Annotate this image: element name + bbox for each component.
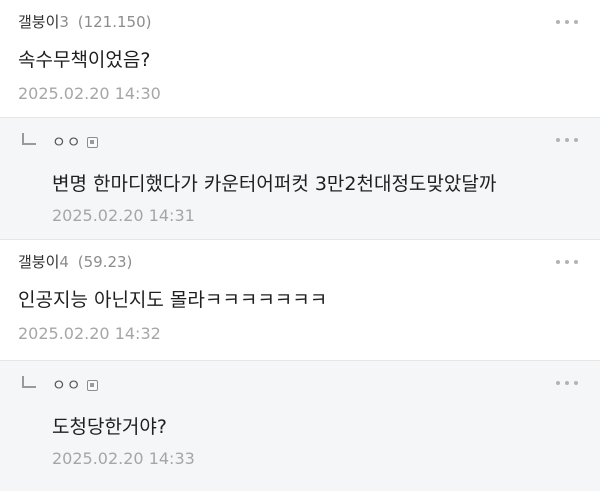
comment-item: 갤붕이3 (121.150) 속수무책이었음? 2025.02.20 14:30	[0, 0, 600, 118]
comment-author[interactable]: 갤붕이3 (121.150)	[18, 12, 151, 32]
comment-author[interactable]: 갤붕이4 (59.23)	[18, 252, 132, 272]
more-options-icon[interactable]	[556, 20, 580, 26]
reply-author[interactable]: ㅇㅇ	[22, 375, 98, 395]
reply-text: 도청당한거야?	[52, 416, 167, 438]
comment-timestamp: 2025.02.20 14:30	[18, 84, 161, 103]
reply-item: ㅇㅇ 도청당한거야? 2025.02.20 14:33	[0, 361, 600, 491]
comment-timestamp: 2025.02.20 14:32	[18, 324, 161, 343]
author-name: ㅇㅇ	[52, 376, 82, 394]
comment-item: 갤붕이4 (59.23) 인공지능 아닌지도 몰라ㅋㅋㅋㅋㅋㅋㅋ 2025.02…	[0, 240, 600, 361]
reply-item: ㅇㅇ 변명 한마디했다가 카운터어퍼컷 3만2천대정도맞았달까 2025.02.…	[0, 118, 600, 240]
author-name: 갤붕이	[18, 253, 60, 271]
comment-text: 속수무책이었음?	[18, 49, 151, 71]
more-options-icon[interactable]	[556, 260, 580, 266]
author-ip: (121.150)	[77, 13, 152, 31]
author-ip: (59.23)	[77, 253, 133, 271]
reply-text: 변명 한마디했다가 카운터어퍼컷 3만2천대정도맞았달까	[52, 173, 497, 195]
author-name: ㅇㅇ	[52, 133, 82, 151]
more-options-icon[interactable]	[556, 381, 580, 387]
more-options-icon[interactable]	[556, 138, 580, 144]
reply-arrow-icon	[22, 376, 36, 388]
reply-arrow-icon	[22, 133, 36, 145]
fixed-nickname-icon	[86, 137, 98, 148]
reply-author[interactable]: ㅇㅇ	[22, 132, 98, 152]
author-name: 갤붕이	[18, 13, 60, 31]
author-number: 4	[59, 253, 69, 271]
author-number: 3	[59, 13, 69, 31]
reply-timestamp: 2025.02.20 14:33	[52, 449, 195, 468]
reply-timestamp: 2025.02.20 14:31	[52, 206, 195, 225]
fixed-nickname-icon	[86, 380, 98, 391]
comment-list: 갤붕이3 (121.150) 속수무책이었음? 2025.02.20 14:30…	[0, 0, 600, 491]
comment-text: 인공지능 아닌지도 몰라ㅋㅋㅋㅋㅋㅋㅋ	[18, 289, 328, 311]
